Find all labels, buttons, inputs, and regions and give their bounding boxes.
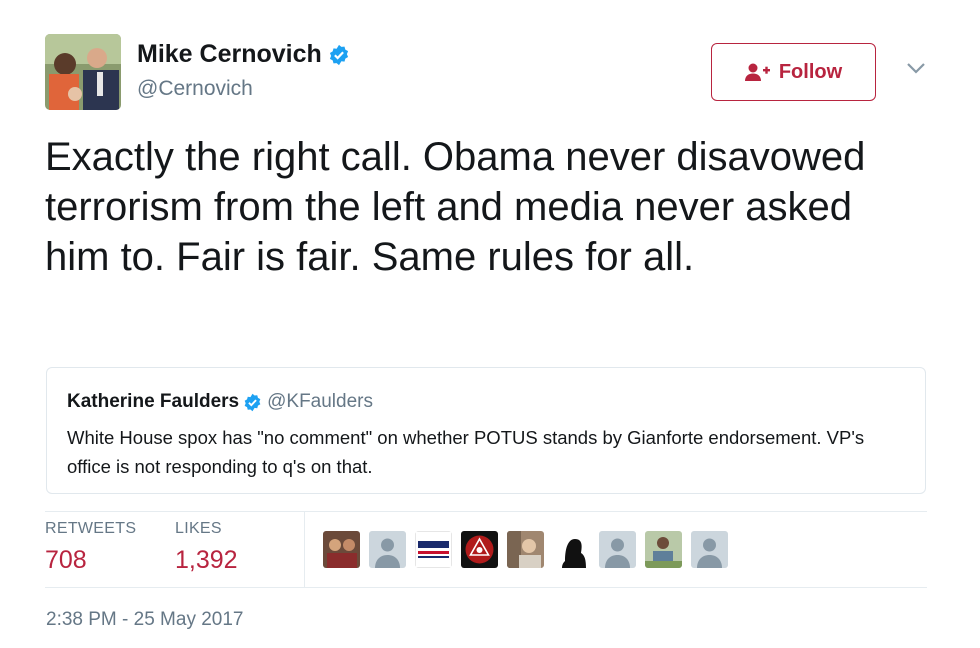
liker-avatar-photo[interactable] (645, 531, 682, 568)
tweet-stats: RETWEETS 708 LIKES 1,392 (45, 511, 927, 588)
author-name[interactable]: Mike Cernovich (137, 40, 322, 69)
liker-avatar-emblem[interactable] (461, 531, 498, 568)
likes-stat[interactable]: LIKES 1,392 (175, 520, 238, 575)
quoted-tweet-header: Katherine Faulders @KFaulders (67, 391, 373, 413)
retweets-count: 708 (45, 546, 87, 574)
follow-button-label: Follow (778, 60, 843, 83)
tweet-timestamp[interactable]: 2:38 PM - 25 May 2017 (46, 609, 244, 631)
likes-count: 1,392 (175, 546, 238, 574)
retweets-stat[interactable]: RETWEETS 708 (45, 520, 136, 575)
likes-label: LIKES (175, 520, 222, 537)
author-handle[interactable]: @Cernovich (137, 77, 253, 101)
stats-divider (304, 512, 305, 587)
liker-avatar-silhouette[interactable] (553, 531, 590, 568)
liker-avatar-photo[interactable] (323, 531, 360, 568)
tweet-text: Exactly the right call. Obama never disa… (45, 135, 866, 279)
tweet-header: Mike Cernovich @Cernovich Follow (45, 34, 935, 114)
retweets-label: RETWEETS (45, 520, 137, 537)
verified-badge-icon (244, 393, 261, 411)
author-avatar-photo (45, 34, 121, 110)
liker-avatar-default[interactable] (599, 531, 636, 568)
liker-avatar-default[interactable] (369, 531, 406, 568)
author-name-row: Mike Cernovich (137, 40, 350, 69)
quoted-author-handle: @KFaulders (267, 391, 373, 412)
chevron-down-icon[interactable] (905, 60, 927, 76)
author-avatar[interactable] (45, 34, 121, 110)
quoted-tweet-text: White House spox has "no comment" on whe… (67, 427, 865, 477)
quoted-tweet[interactable]: Katherine Faulders @KFaulders White Hous… (46, 367, 926, 494)
liker-avatar-trump-logo[interactable] (415, 531, 452, 568)
liker-avatar-photo[interactable] (507, 531, 544, 568)
follow-person-icon (744, 63, 770, 81)
liker-avatars (323, 531, 737, 568)
follow-button[interactable]: Follow (711, 43, 876, 101)
verified-badge-icon (329, 44, 348, 65)
liker-avatar-default[interactable] (691, 531, 728, 568)
quoted-author-name: Katherine Faulders (67, 391, 240, 412)
